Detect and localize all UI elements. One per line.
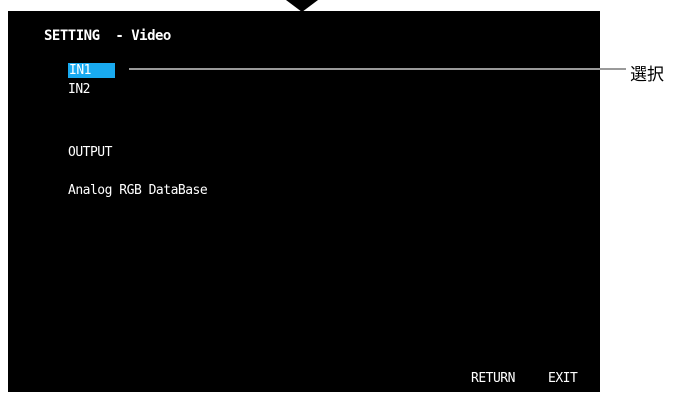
menu-title: SETTING - Video <box>44 28 171 44</box>
callout-label-select: 選択 <box>630 65 664 85</box>
exit-button[interactable]: EXIT <box>548 371 578 386</box>
menu-item-in2[interactable]: IN2 <box>68 82 90 97</box>
page: SETTING - Video IN1 IN2 OUTPUT Analog RG… <box>0 0 689 393</box>
menu-item-output[interactable]: OUTPUT <box>68 145 112 160</box>
menu-item-analog-rgb-database[interactable]: Analog RGB DataBase <box>68 183 208 198</box>
return-button[interactable]: RETURN <box>471 371 515 386</box>
callout-line <box>129 68 626 70</box>
menu-item-in1[interactable]: IN1 <box>68 63 115 78</box>
